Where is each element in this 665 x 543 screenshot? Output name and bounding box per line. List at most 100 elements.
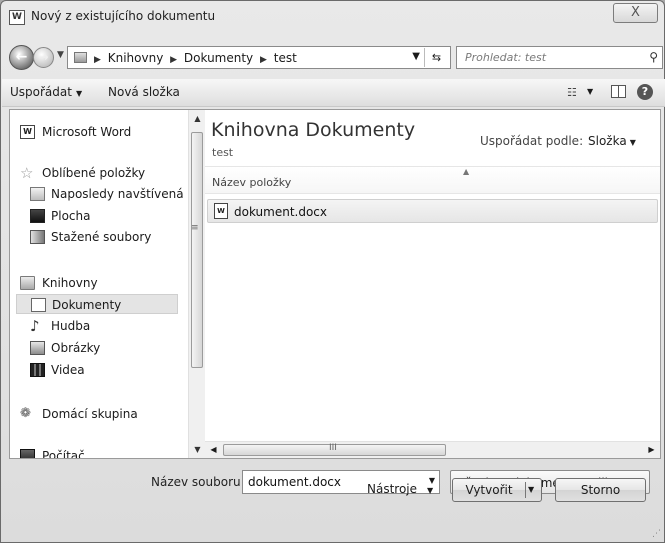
refresh-button[interactable]: ⇆	[424, 48, 448, 67]
scrollbar-grip-icon: III	[329, 443, 337, 453]
search-icon[interactable]: ⚲	[649, 50, 658, 64]
breadcrumb-separator-icon[interactable]: ▶	[260, 55, 267, 65]
new-folder-button[interactable]: Nová složka	[108, 85, 180, 99]
star-icon: ☆	[20, 164, 34, 182]
nav-item-label: Hudba	[51, 319, 91, 333]
nav-item-label: Microsoft Word	[42, 125, 132, 139]
tools-button[interactable]: Nástroje ▼	[367, 482, 433, 496]
nav-item-label: Obrázky	[51, 341, 101, 355]
breadcrumb-item-libraries[interactable]: Knihovny	[108, 51, 164, 65]
tools-label: Nástroje	[367, 482, 418, 496]
nav-item-pictures[interactable]: Obrázky	[10, 338, 178, 358]
videos-icon	[30, 363, 45, 377]
arrange-by-value: Složka	[588, 134, 627, 148]
back-button[interactable]: ←	[9, 45, 34, 70]
nav-item-label: Plocha	[51, 209, 91, 223]
title-bar: W Nový z existujícího dokumentu X	[1, 1, 664, 31]
address-row: ← → ▼ ▶ Knihovny ▶ Dokumenty ▶ test ▼ ⇆ …	[9, 45, 663, 71]
refresh-icon: ⇆	[431, 51, 442, 64]
breadcrumb: ▶ Knihovny ▶ Dokumenty ▶ test	[94, 51, 300, 65]
pictures-icon	[30, 341, 45, 355]
scrollbar-thumb[interactable]: III	[223, 443, 446, 456]
create-options-chevron-icon[interactable]: ▼	[528, 479, 534, 501]
window-title: Nový z existujícího dokumentu	[31, 9, 216, 23]
nav-item-computer[interactable]: Počítač	[10, 446, 178, 458]
nav-item-label: Knihovny	[42, 276, 98, 290]
nav-item-label: Videa	[51, 363, 85, 377]
file-name-label: Název souboru:	[151, 475, 245, 489]
sort-ascending-icon: ▲	[463, 167, 470, 176]
file-list-horizontal-scrollbar[interactable]: ◀ III ▶	[205, 441, 660, 458]
address-bar[interactable]: ▶ Knihovny ▶ Dokumenty ▶ test ▼ ⇆	[67, 46, 451, 69]
nav-item-label: Naposledy navštívená místa	[51, 187, 188, 201]
nav-item-label: Počítač	[42, 449, 85, 458]
scroll-left-icon[interactable]: ◀	[205, 442, 222, 458]
nav-item-libraries[interactable]: Knihovny	[10, 273, 178, 293]
search-input[interactable]	[457, 47, 637, 68]
view-options-chevron-icon[interactable]: ▼	[587, 87, 593, 96]
word-icon: W	[20, 125, 35, 139]
chevron-down-icon: ▼	[427, 486, 434, 495]
music-icon: ♪	[30, 317, 40, 335]
forward-button[interactable]: →	[33, 47, 54, 68]
file-name: dokument.docx	[234, 205, 327, 219]
column-header-label: Název položky	[212, 176, 292, 189]
word-document-icon: W	[214, 203, 228, 219]
scrollbar-thumb[interactable]	[191, 132, 203, 368]
breadcrumb-separator-icon[interactable]: ▶	[170, 55, 177, 65]
libraries-icon	[20, 276, 35, 290]
organize-button[interactable]: Uspořádat ▼	[10, 85, 82, 99]
open-dialog-window: W Nový z existujícího dokumentu X ← → ▼ …	[0, 0, 665, 543]
libraries-folder-icon	[74, 52, 87, 63]
cancel-button[interactable]: Storno	[555, 478, 646, 502]
library-subtitle: test	[212, 146, 234, 159]
nav-item-desktop[interactable]: Plocha	[10, 206, 178, 226]
library-title: Knihovna Dokumenty	[211, 119, 416, 141]
documents-icon	[31, 298, 46, 312]
file-row[interactable]: W dokument.docx	[207, 199, 658, 223]
browser-content: W Microsoft Word ☆ Oblíbené položky Napo…	[9, 109, 661, 459]
nav-item-label: Oblíbené položky	[42, 166, 146, 180]
file-list-pane: Knihovna Dokumenty test Uspořádat podle:…	[205, 110, 660, 458]
nav-pane-scrollbar[interactable]: ▲ ≡ ▼	[188, 110, 205, 458]
scroll-up-icon[interactable]: ▲	[189, 110, 206, 127]
resize-grip-icon[interactable]: ⋰	[652, 529, 661, 539]
homegroup-icon: ❁	[20, 406, 31, 421]
help-icon[interactable]: ?	[637, 84, 653, 100]
nav-item-homegroup[interactable]: ❁ Domácí skupina	[10, 404, 178, 424]
arrange-by-label: Uspořádat podle:	[480, 134, 584, 148]
scroll-down-icon[interactable]: ▼	[189, 441, 206, 458]
scroll-right-icon[interactable]: ▶	[643, 442, 660, 458]
recent-pages-button[interactable]: ▼	[57, 50, 64, 60]
nav-item-music[interactable]: ♪ Hudba	[10, 316, 178, 336]
breadcrumb-item-documents[interactable]: Dokumenty	[184, 51, 253, 65]
desktop-icon	[30, 209, 45, 223]
create-button[interactable]: Vytvořit ▼	[452, 478, 542, 502]
change-view-icon[interactable]: ☷	[567, 86, 577, 99]
preview-pane-icon[interactable]	[611, 85, 626, 98]
chevron-down-icon: ▼	[75, 89, 83, 98]
address-dropdown-icon[interactable]: ▼	[412, 51, 420, 62]
nav-item-favorites[interactable]: ☆ Oblíbené položky	[10, 163, 178, 183]
nav-item-recent-places[interactable]: Naposledy navštívená místa	[10, 184, 188, 204]
search-box[interactable]: ⚲	[456, 46, 663, 69]
chevron-down-icon: ▼	[57, 50, 64, 60]
column-header-name[interactable]: ▲ Název položky	[205, 166, 660, 194]
create-button-label: Vytvořit	[465, 483, 513, 497]
command-bar: Uspořádat ▼ Nová složka ☷ ▼ ?	[2, 79, 665, 107]
close-button[interactable]: X	[613, 3, 658, 23]
nav-item-documents[interactable]: Dokumenty	[16, 294, 178, 314]
nav-item-label: Domácí skupina	[42, 407, 138, 421]
recent-places-icon	[30, 187, 45, 201]
arrange-by-dropdown[interactable]: Složka ▼	[588, 134, 636, 148]
nav-item-videos[interactable]: Videa	[10, 360, 178, 380]
nav-item-microsoft-word[interactable]: W Microsoft Word	[10, 122, 178, 142]
nav-item-label: Dokumenty	[52, 298, 122, 312]
word-app-icon: W	[9, 10, 25, 25]
breadcrumb-item-test[interactable]: test	[274, 51, 297, 65]
navigation-pane: W Microsoft Word ☆ Oblíbené položky Napo…	[10, 110, 188, 458]
breadcrumb-separator-icon[interactable]: ▶	[94, 55, 101, 65]
arrow-left-icon: ←	[15, 49, 28, 65]
split-divider	[525, 482, 526, 498]
nav-item-downloads[interactable]: Stažené soubory	[10, 227, 178, 247]
